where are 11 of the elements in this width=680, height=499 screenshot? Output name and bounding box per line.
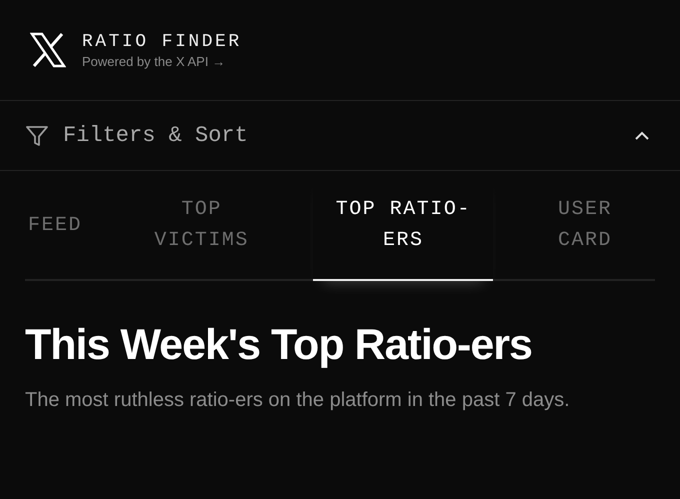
section-heading: This Week's Top Ratio-ers xyxy=(25,320,533,371)
section-description: The most ruthless ratio-ers on the platform in the past 7 days. xyxy=(25,388,571,413)
filters-toggle[interactable]: Filters & Sort xyxy=(0,101,680,171)
api-link[interactable]: Powered by the X API → xyxy=(82,54,242,68)
app-title: RATIO FINDER xyxy=(82,32,242,52)
filter-icon xyxy=(25,124,49,148)
x-logo xyxy=(30,32,66,68)
tab[interactable]: TOP RATIO-ERS xyxy=(313,171,494,281)
tab[interactable]: USER CARD xyxy=(550,171,620,281)
tab[interactable]: FEED xyxy=(25,171,85,281)
tab[interactable]: TOP VICTIMS xyxy=(142,171,257,281)
